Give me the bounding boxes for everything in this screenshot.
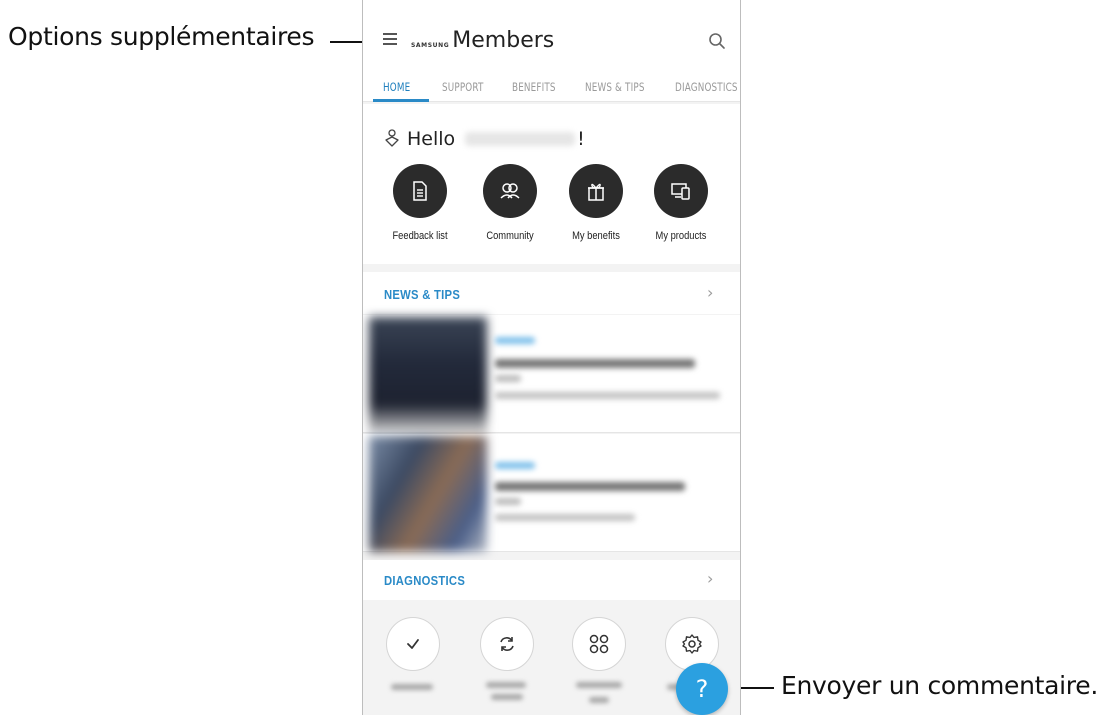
diagnostic-settings[interactable] bbox=[665, 617, 719, 671]
news-item[interactable] bbox=[363, 315, 740, 433]
diagnostic-sync[interactable] bbox=[480, 617, 534, 671]
tab-bar: HOME SUPPORT BENEFITS NEWS & TIPS DIAGNO… bbox=[363, 66, 740, 102]
greeting: Hello ! bbox=[383, 128, 585, 150]
chevron-right-icon: › bbox=[707, 569, 714, 588]
greeting-prefix: Hello bbox=[407, 128, 456, 150]
tab-support[interactable]: SUPPORT bbox=[442, 80, 484, 94]
diagnostic-installed-apps[interactable] bbox=[572, 617, 626, 671]
send-feedback-button[interactable]: ? bbox=[676, 663, 728, 715]
callout-send-feedback: Envoyer un commentaire. bbox=[781, 671, 1098, 700]
refresh-icon bbox=[500, 637, 514, 651]
apps-grid-icon bbox=[589, 634, 609, 654]
quick-action-my-benefits[interactable]: My benefits bbox=[551, 164, 641, 242]
search-icon[interactable] bbox=[708, 32, 726, 50]
settings-gear-icon bbox=[682, 634, 702, 654]
callout-more-options: Options supplémentaires bbox=[8, 22, 315, 51]
brand-members: Members bbox=[452, 28, 555, 53]
quick-action-label: My benefits bbox=[572, 230, 620, 242]
check-icon bbox=[407, 639, 419, 649]
news-headline bbox=[495, 482, 685, 491]
news-summary bbox=[495, 392, 720, 399]
quick-action-my-products[interactable]: My products bbox=[636, 164, 726, 242]
news-headline bbox=[495, 359, 695, 368]
document-icon bbox=[393, 164, 447, 218]
diagnostic-label bbox=[391, 684, 433, 690]
diagnostics-title: DIAGNOSTICS bbox=[384, 574, 466, 588]
news-date bbox=[495, 375, 521, 382]
tab-active-indicator bbox=[373, 99, 429, 102]
quick-action-label: My products bbox=[655, 230, 707, 242]
brand-samsung: SAMSUNG bbox=[411, 42, 450, 49]
chevron-right-icon: › bbox=[707, 283, 714, 302]
hamburger-menu-icon[interactable] bbox=[383, 33, 399, 47]
people-icon bbox=[483, 164, 537, 218]
diagnostic-label bbox=[589, 697, 609, 703]
news-thumbnail bbox=[369, 436, 487, 552]
news-tips-title: NEWS & TIPS bbox=[384, 288, 461, 302]
tab-news-tips[interactable]: NEWS & TIPS bbox=[585, 80, 645, 94]
news-date bbox=[495, 498, 521, 505]
news-summary bbox=[495, 514, 635, 521]
diagnostic-label bbox=[576, 682, 622, 688]
gift-icon bbox=[569, 164, 623, 218]
tab-diagnostics[interactable]: DIAGNOSTICS bbox=[675, 80, 738, 94]
tab-benefits[interactable]: BENEFITS bbox=[512, 80, 556, 94]
blurred-username bbox=[465, 132, 576, 146]
diagnostic-test-hardware[interactable] bbox=[386, 617, 440, 671]
news-category bbox=[495, 337, 535, 344]
tab-home[interactable]: HOME bbox=[383, 80, 410, 94]
news-thumbnail bbox=[369, 317, 487, 433]
quick-action-feedback-list[interactable]: Feedback list bbox=[375, 164, 465, 242]
phone-screen: SAMSUNG Members HOME SUPPORT BENEFITS NE… bbox=[362, 0, 741, 715]
app-bar: SAMSUNG Members bbox=[363, 0, 740, 66]
quick-action-label: Community bbox=[486, 230, 534, 242]
news-category bbox=[495, 462, 535, 469]
devices-icon bbox=[654, 164, 708, 218]
news-item[interactable] bbox=[363, 434, 740, 552]
app-logo: SAMSUNG Members bbox=[411, 28, 554, 53]
quick-action-community[interactable]: Community bbox=[465, 164, 555, 242]
news-tips-header[interactable]: NEWS & TIPS › bbox=[363, 272, 740, 314]
diagnostic-label bbox=[491, 694, 523, 700]
diagnostics-header[interactable]: DIAGNOSTICS › bbox=[363, 560, 740, 600]
medal-icon bbox=[385, 129, 399, 147]
diagnostic-label bbox=[486, 682, 526, 688]
quick-action-label: Feedback list bbox=[392, 230, 448, 242]
greeting-suffix: ! bbox=[577, 128, 585, 150]
